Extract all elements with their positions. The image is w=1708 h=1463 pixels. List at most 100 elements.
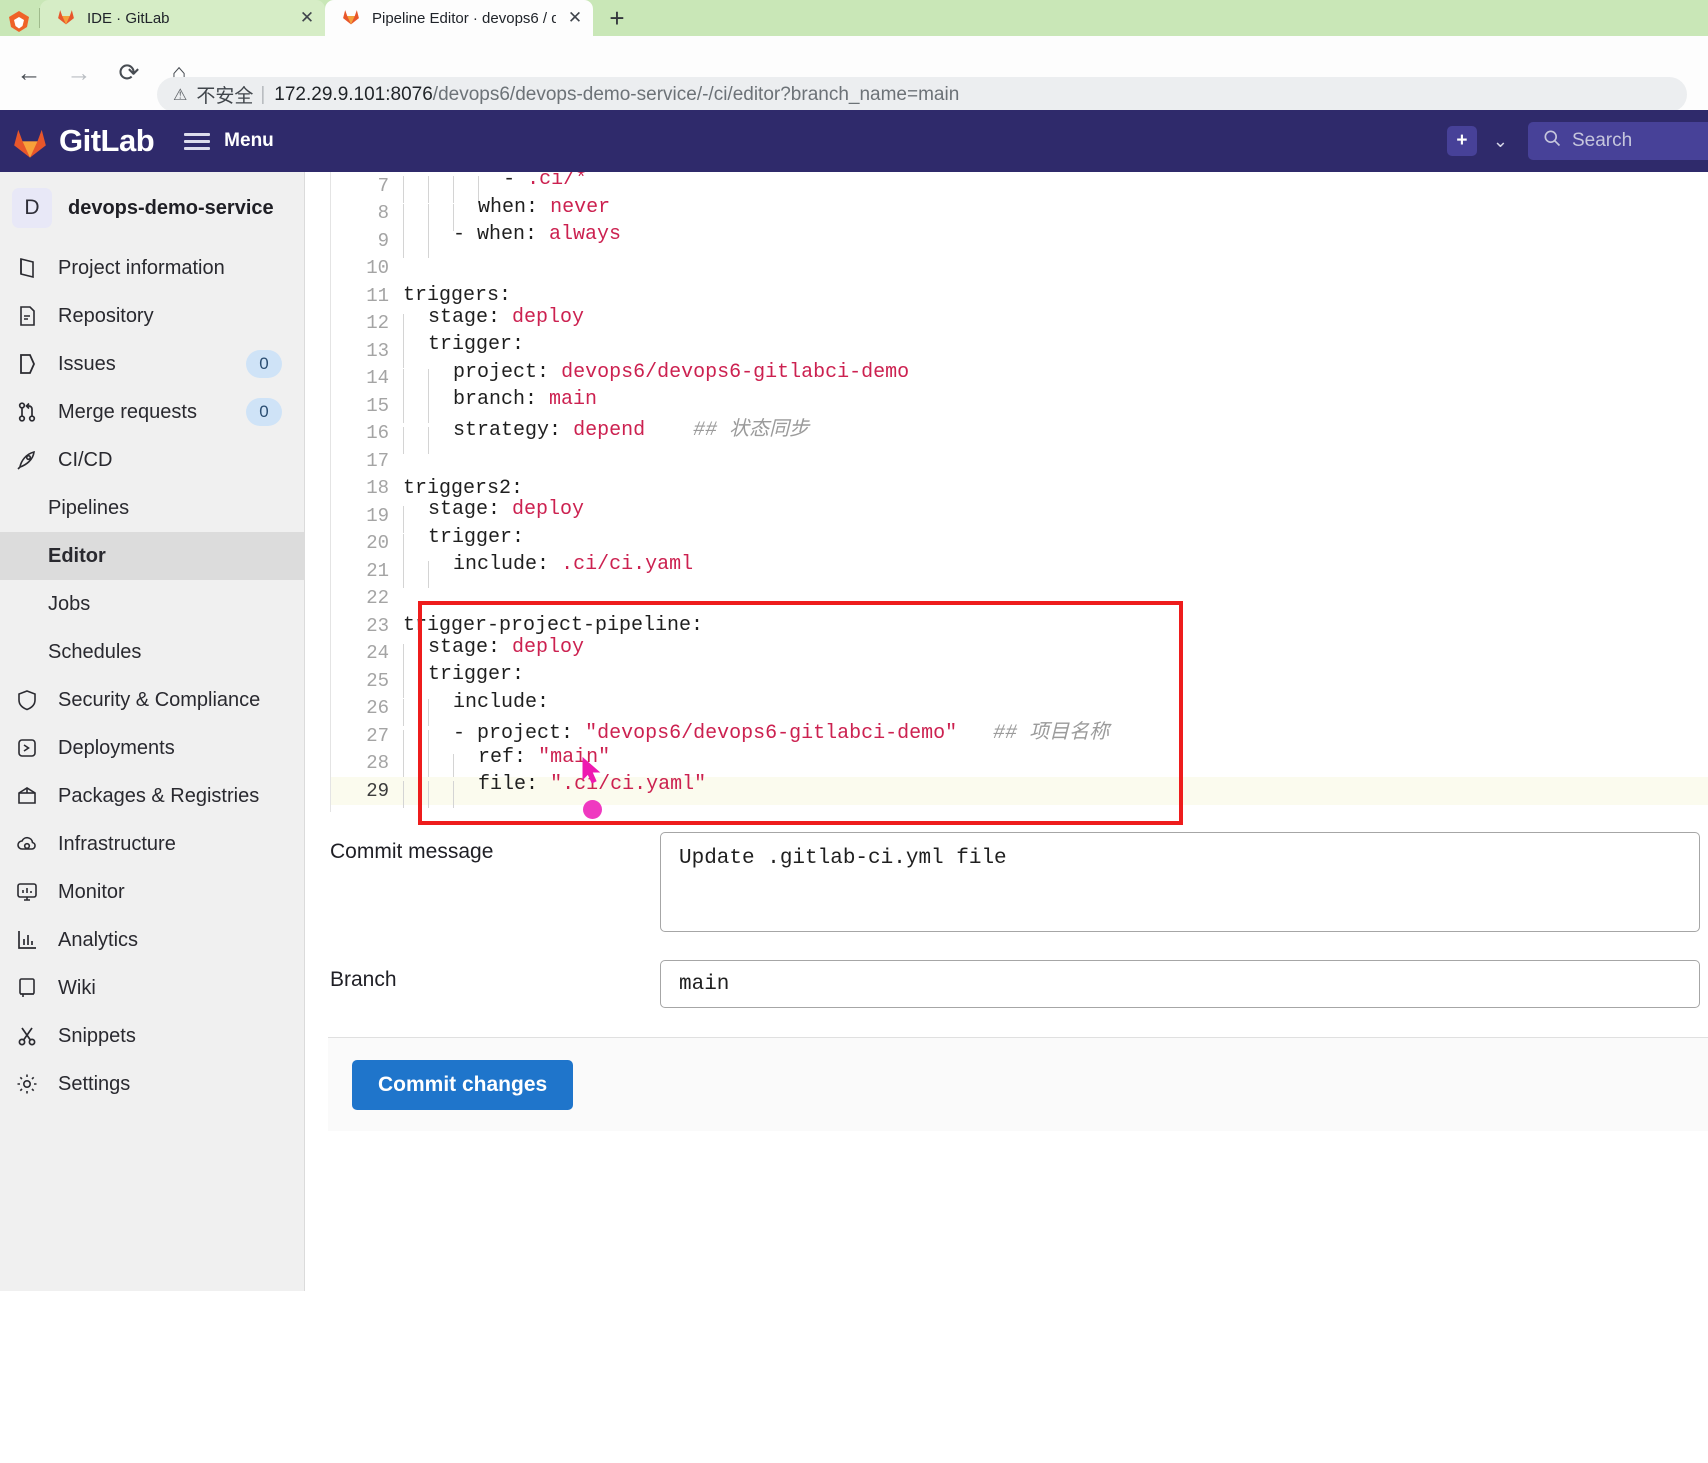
code-line-text: file: ".ci/ci.yaml" — [403, 773, 706, 809]
browser-tab-pipeline-editor[interactable]: Pipeline Editor · devops6 / dev ✕ — [325, 0, 593, 36]
gitlab-top-navbar: GitLab Menu + ⌄ Search — [0, 110, 1708, 172]
line-number: 15 — [366, 394, 389, 417]
commit-message-label: Commit message — [330, 840, 494, 863]
sidebar-item-badge: 0 — [246, 398, 282, 426]
sidebar-item-editor[interactable]: Editor — [0, 532, 304, 580]
mouse-pointer-icon — [580, 756, 606, 787]
content-bottom-space — [610, 1303, 1708, 1463]
browser-tab-title: IDE · GitLab — [87, 9, 170, 27]
code-line-text: - when: always — [403, 223, 621, 259]
branch-input[interactable] — [660, 960, 1700, 1008]
project-avatar: D — [12, 188, 52, 228]
sidebar-project-header[interactable]: D devops-demo-service — [0, 172, 304, 244]
code-line-text: include: .ci/ci.yaml — [403, 553, 693, 589]
sidebar-item-deployments[interactable]: Deployments — [0, 724, 304, 772]
gitlab-fox-icon — [341, 6, 361, 30]
search-input[interactable]: Search — [1528, 122, 1708, 160]
line-number: 16 — [366, 422, 389, 445]
sidebar-item-analytics[interactable]: Analytics — [0, 916, 304, 964]
navbar-right-group: + ⌄ Search — [1446, 110, 1708, 172]
reload-icon[interactable]: ⟳ — [106, 50, 152, 96]
code-line[interactable]: 10 — [331, 255, 1708, 283]
shield-icon — [14, 687, 40, 713]
sidebar-item-label: Analytics — [58, 928, 139, 951]
monitor-icon — [14, 879, 40, 905]
scissors-icon — [14, 1023, 40, 1049]
sidebar-item-label: Repository — [58, 304, 154, 327]
sidebar-item-label: Issues — [58, 352, 116, 375]
sidebar-item-wiki[interactable]: Wiki — [0, 964, 304, 1012]
sidebar-item-schedules[interactable]: Schedules — [0, 628, 304, 676]
main-menu-button[interactable]: Menu — [184, 130, 274, 152]
line-number: 17 — [366, 449, 389, 472]
sidebar-item-jobs[interactable]: Jobs — [0, 580, 304, 628]
omnibox-separator: | — [260, 83, 266, 105]
commit-changes-button[interactable]: Commit changes — [352, 1059, 574, 1110]
sidebar-item-infrastructure[interactable]: Infrastructure — [0, 820, 304, 868]
sidebar-item-merge-requests[interactable]: Merge requests 0 — [0, 388, 304, 436]
code-line[interactable]: 16 strategy: depend ## 状态同步 — [331, 419, 1708, 455]
sidebar-item-project-information[interactable]: Project information — [0, 244, 304, 292]
document-icon — [14, 303, 40, 329]
create-new-button[interactable]: + — [1446, 126, 1477, 156]
project-sidebar: D devops-demo-service Project informatio… — [0, 172, 305, 1291]
line-number: 21 — [366, 559, 389, 582]
line-number: 26 — [366, 697, 389, 720]
sidebar-item-settings[interactable]: Settings — [0, 1060, 304, 1108]
book-open-icon — [14, 975, 40, 1001]
sidebar-item-monitor[interactable]: Monitor — [0, 868, 304, 916]
browser-profile-icon[interactable] — [4, 6, 34, 36]
yaml-code-editor[interactable]: 7 - .ci/* 8 when: never 9 - when: always 10… — [330, 172, 1708, 812]
new-tab-button[interactable]: + — [600, 2, 634, 34]
forward-icon[interactable]: → — [56, 50, 102, 96]
code-line[interactable]: 9 - when: always — [331, 223, 1708, 259]
sidebar-item-security-compliance[interactable]: Security & Compliance — [0, 676, 304, 724]
sidebar-item-label: Deployments — [58, 736, 175, 759]
commit-message-input[interactable] — [660, 832, 1700, 932]
code-line[interactable]: 19 stage: deploy — [331, 498, 1708, 534]
project-name: devops-demo-service — [68, 196, 274, 219]
warning-triangle-icon: ⚠ — [173, 86, 188, 104]
sidebar-item-label: Monitor — [58, 880, 125, 903]
code-line[interactable]: 17 — [331, 447, 1708, 475]
indent-guide — [403, 781, 428, 809]
sidebar-item-issues[interactable]: Issues 0 — [0, 340, 304, 388]
close-icon[interactable]: ✕ — [299, 8, 315, 28]
close-icon[interactable]: ✕ — [567, 8, 583, 28]
merge-request-icon — [14, 399, 40, 425]
sidebar-item-pipelines[interactable]: Pipelines — [0, 484, 304, 532]
commit-message-row: Commit message — [330, 832, 1708, 932]
line-number: 25 — [366, 669, 389, 692]
hamburger-icon — [184, 132, 211, 150]
sidebar-item-ci-cd[interactable]: CI/CD — [0, 436, 304, 484]
browser-tabstrip: IDE · GitLab ✕ Pipeline Editor · devops6… — [0, 0, 1708, 36]
sidebar-item-badge: 0 — [246, 350, 282, 378]
line-number: 19 — [366, 504, 389, 527]
menu-label: Menu — [224, 130, 274, 151]
line-number: 10 — [366, 257, 389, 280]
address-bar[interactable]: ⚠ 不安全 | 172.29.9.101:8076/devops6/devops… — [157, 77, 1687, 112]
chevron-down-icon[interactable]: ⌄ — [1493, 131, 1508, 152]
sidebar-item-label: Snippets — [58, 1024, 136, 1047]
line-number: 24 — [366, 642, 389, 665]
code-line[interactable]: 12 stage: deploy — [331, 306, 1708, 341]
sidebar-nav-list: Project information Repository Issues 0 Merg… — [0, 244, 304, 1108]
code-line[interactable]: 29 file: ".ci/ci.yaml" — [331, 773, 1708, 809]
sidebar-item-label: Merge requests — [58, 400, 197, 423]
deployments-icon — [14, 735, 40, 761]
browser-tab-ide[interactable]: IDE · GitLab ✕ — [40, 0, 325, 36]
sidebar-item-repository[interactable]: Repository — [0, 292, 304, 340]
code-line-text: trigger-project-pipeline: — [403, 614, 704, 638]
sidebar-item-packages-registries[interactable]: Packages & Registries — [0, 772, 304, 820]
sidebar-item-label: Security & Compliance — [58, 688, 261, 711]
code-line[interactable]: 22 — [331, 585, 1708, 613]
sidebar-item-snippets[interactable]: Snippets — [0, 1012, 304, 1060]
back-icon[interactable]: ← — [6, 50, 52, 96]
sidebar-item-label: CI/CD — [58, 448, 113, 471]
code-line[interactable]: 21 include: .ci/ci.yaml — [331, 553, 1708, 589]
code-line[interactable]: 24 stage: deploy — [331, 636, 1708, 671]
line-number: 9 — [377, 229, 389, 252]
gitlab-logo[interactable]: GitLab — [10, 122, 155, 160]
line-number: 13 — [366, 339, 389, 362]
line-number: 28 — [366, 752, 389, 775]
